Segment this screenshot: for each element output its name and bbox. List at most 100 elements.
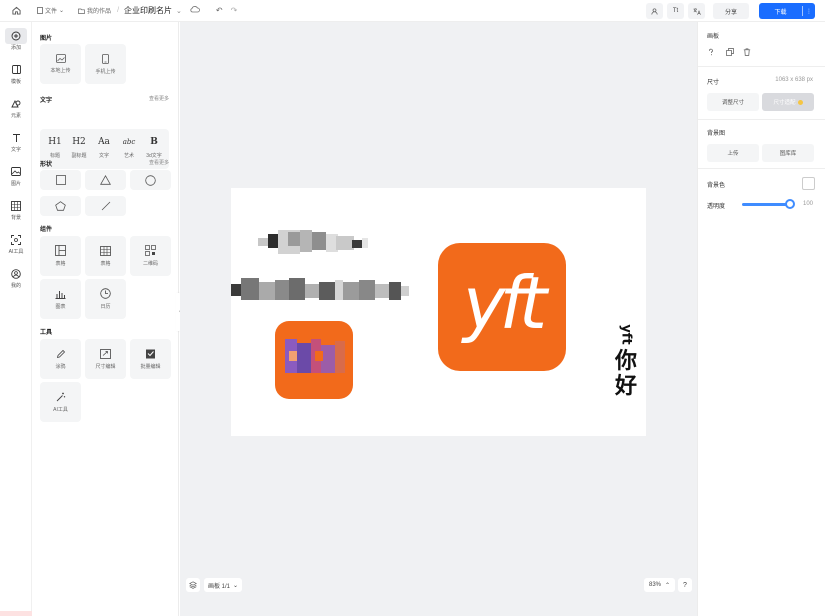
rail-item-image[interactable]: 图片 bbox=[0, 158, 32, 192]
cloud-sync-icon[interactable] bbox=[190, 6, 200, 15]
text-preset-3d[interactable]: B 3d文字 bbox=[142, 136, 166, 159]
rail-label: 图片 bbox=[10, 180, 21, 187]
document-title[interactable]: 企业印刷名片 bbox=[124, 5, 172, 16]
tool-batch-edit[interactable]: 批量编辑 bbox=[130, 339, 171, 379]
phone-upload-button[interactable]: 手机上传 bbox=[85, 44, 126, 84]
smart-resize-button[interactable]: 尺寸适配 bbox=[762, 93, 814, 111]
rail-label: AI工具 bbox=[8, 248, 24, 255]
ai-scan-icon bbox=[5, 232, 27, 248]
text-preset-title[interactable]: H1 标题 bbox=[43, 136, 67, 159]
aa-glyph: Aa bbox=[98, 137, 110, 147]
text-preset-label: 副标题 bbox=[71, 153, 87, 159]
bg-image-label: 背景图 bbox=[707, 131, 726, 137]
small-logo-image[interactable] bbox=[275, 321, 353, 399]
component-label: 二维码 bbox=[142, 261, 158, 267]
share-button[interactable]: 分享 bbox=[713, 3, 749, 19]
circle-shape-icon[interactable] bbox=[130, 170, 171, 190]
user-icon[interactable] bbox=[646, 3, 663, 19]
help-circle-icon[interactable] bbox=[707, 48, 715, 58]
my-works-link[interactable]: 我的作品 bbox=[78, 6, 111, 15]
rail-item-elements[interactable]: 元素 bbox=[0, 90, 32, 124]
opacity-slider-handle[interactable] bbox=[785, 199, 795, 209]
chevron-down-icon[interactable]: ⌄ bbox=[176, 7, 182, 15]
home-icon[interactable] bbox=[9, 4, 23, 18]
tool-resize[interactable]: 尺寸编辑 bbox=[85, 339, 126, 379]
text-preset-label: 标题 bbox=[49, 153, 60, 159]
download-label: 下载 bbox=[774, 9, 787, 16]
rail-item-add[interactable]: 添加 bbox=[0, 22, 32, 56]
trash-icon[interactable] bbox=[743, 48, 751, 58]
tool-ai[interactable]: AI工具 bbox=[40, 382, 81, 422]
help-button[interactable]: ? bbox=[678, 578, 692, 592]
bg-library-button[interactable]: 图库库 bbox=[762, 144, 814, 162]
pentagon-shape-icon[interactable] bbox=[40, 196, 81, 216]
yft-logo[interactable]: yft bbox=[438, 243, 566, 371]
image-icon bbox=[5, 164, 27, 180]
vertical-text-latin: yft bbox=[618, 324, 634, 345]
top-bar: 文件 ⌄ 我的作品 / 企业印刷名片 ⌄ ↶ ↷ Tt 分享 下载 ⋮ bbox=[0, 0, 825, 22]
local-upload-button[interactable]: 本地上传 bbox=[40, 44, 81, 84]
text-preset-label: 艺术 bbox=[123, 153, 134, 159]
vertical-text-block[interactable]: yft 你 好 bbox=[610, 322, 642, 432]
text-style-button[interactable]: Tt bbox=[667, 3, 684, 19]
square-shape-icon[interactable] bbox=[40, 170, 81, 190]
left-rail: 添加 模板 元素 文字 图片 背景 AI工具 我的 bbox=[0, 22, 32, 616]
blurred-company-name[interactable] bbox=[258, 230, 368, 254]
artboard[interactable]: yft yft 你 好 bbox=[231, 188, 646, 436]
resize-icon bbox=[100, 348, 111, 359]
component-label: 表格 bbox=[55, 261, 66, 267]
resize-button[interactable]: 调整尺寸 bbox=[707, 93, 759, 111]
text-preset-art[interactable]: abc 艺术 bbox=[117, 136, 141, 159]
translate-icon[interactable] bbox=[688, 3, 705, 19]
clock-icon bbox=[100, 288, 111, 299]
text-see-more-link[interactable]: 查看更多 bbox=[149, 95, 169, 102]
blurred-slogan[interactable] bbox=[231, 278, 409, 302]
more-options-icon[interactable]: ⋮ bbox=[803, 8, 815, 15]
tool-doodle[interactable]: 涂鸦 bbox=[40, 339, 81, 379]
pen-icon bbox=[56, 349, 65, 358]
file-icon bbox=[37, 7, 43, 14]
batch-icon bbox=[146, 349, 155, 359]
tool-label: 批量编辑 bbox=[140, 364, 161, 370]
duplicate-icon[interactable] bbox=[726, 48, 734, 58]
line-shape-icon[interactable] bbox=[85, 196, 126, 216]
component-calendar[interactable]: 日历 bbox=[85, 279, 126, 319]
rail-item-ai-tools[interactable]: AI工具 bbox=[0, 226, 32, 260]
component-chart[interactable]: 图表 bbox=[40, 279, 81, 319]
rail-label: 背景 bbox=[10, 214, 21, 221]
upload-bg-button[interactable]: 上传 bbox=[707, 144, 759, 162]
h1-glyph: H1 bbox=[48, 137, 62, 147]
component-table-a[interactable]: 表格 bbox=[40, 236, 81, 276]
undo-icon[interactable]: ↶ bbox=[216, 6, 223, 15]
art-text-glyph: abc bbox=[122, 138, 136, 146]
magic-wand-icon bbox=[56, 392, 65, 401]
chevron-up-icon: ⌃ bbox=[665, 582, 671, 589]
bg-color-label: 背景色 bbox=[707, 183, 726, 189]
my-works-label: 我的作品 bbox=[87, 9, 112, 15]
breadcrumb-separator: / bbox=[117, 7, 120, 14]
bg-color-swatch[interactable] bbox=[802, 177, 815, 190]
component-qrcode[interactable]: 二维码 bbox=[130, 236, 171, 276]
text-preset-subtitle[interactable]: H2 副标题 bbox=[67, 136, 91, 159]
rail-item-background[interactable]: 背景 bbox=[0, 192, 32, 226]
triangle-shape-icon[interactable] bbox=[85, 170, 126, 190]
zoom-control[interactable]: 83% ⌃ bbox=[644, 578, 676, 592]
chevron-down-icon: ⌄ bbox=[233, 582, 239, 589]
page-indicator[interactable]: 画板 1/1 ⌄ bbox=[204, 578, 243, 592]
shapes-icon bbox=[5, 96, 27, 112]
opacity-slider-track[interactable] bbox=[742, 203, 790, 206]
rail-item-mine[interactable]: 我的 bbox=[0, 260, 32, 294]
rail-label: 文字 bbox=[10, 146, 21, 153]
phone-icon bbox=[102, 53, 109, 64]
layers-icon[interactable] bbox=[186, 578, 200, 592]
download-button[interactable]: 下载 ⋮ bbox=[759, 3, 815, 19]
component-table-b[interactable]: 表格 bbox=[85, 236, 126, 276]
size-value: 1063 x 638 px bbox=[775, 77, 813, 83]
rail-item-template[interactable]: 模板 bbox=[0, 56, 32, 90]
qrcode-icon bbox=[145, 245, 156, 256]
redo-icon[interactable]: ↷ bbox=[231, 6, 238, 15]
file-menu[interactable]: 文件 ⌄ bbox=[37, 6, 64, 15]
text-preset-body[interactable]: Aa 文字 bbox=[92, 136, 116, 159]
rail-item-text[interactable]: 文字 bbox=[0, 124, 32, 158]
shapes-see-more-link[interactable]: 查看更多 bbox=[149, 159, 169, 166]
